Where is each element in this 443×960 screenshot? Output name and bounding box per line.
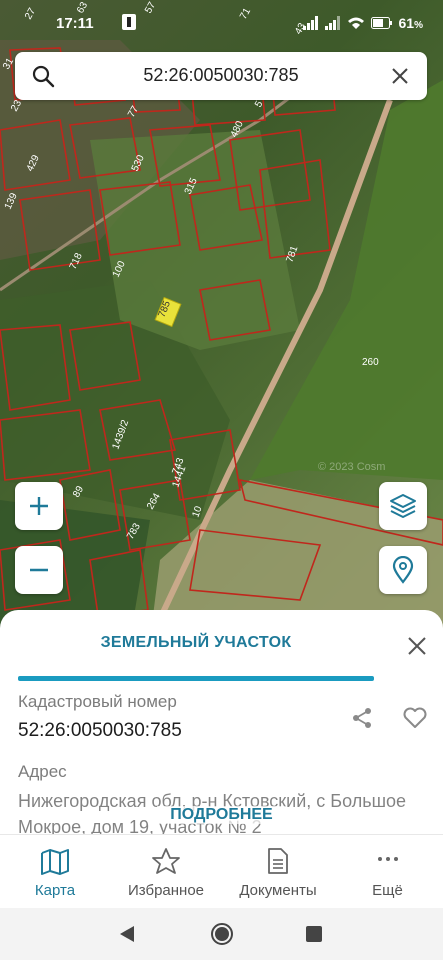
battery-percent: 61% [398, 15, 423, 31]
my-location-button[interactable] [379, 546, 427, 594]
parcel-label: 260 [362, 357, 379, 368]
nav-map-label: Карта [34, 882, 76, 899]
document-icon [268, 848, 288, 874]
wifi-icon [347, 17, 364, 29]
more-details-link[interactable]: ПОДРОБНЕЕ [156, 806, 287, 824]
star-icon [152, 848, 180, 874]
map-icon [41, 849, 69, 875]
address-label: Адрес [18, 762, 67, 781]
zoom-out-button[interactable] [15, 546, 63, 594]
parcel-label: 718 [68, 251, 85, 271]
nav-more-label: Ещё [372, 882, 403, 899]
layers-icon [390, 494, 416, 518]
minus-icon [30, 568, 48, 572]
location-pin-icon [392, 556, 414, 584]
status-bar: 17:11 61% [0, 0, 443, 46]
search-input[interactable]: 52:26:0050030:785 [15, 65, 427, 86]
battery-icon [370, 17, 392, 29]
plus-icon [30, 497, 48, 515]
close-icon[interactable] [407, 636, 427, 656]
zoom-in-button[interactable] [15, 482, 63, 530]
layers-button[interactable] [379, 482, 427, 530]
signal-icon [302, 16, 318, 30]
search-bar[interactable]: 52:26:0050030:785 [15, 52, 427, 100]
status-indicators: 61% [302, 15, 423, 31]
nav-map[interactable]: Карта [10, 835, 100, 909]
more-icon [377, 857, 398, 861]
nav-more[interactable]: Ещё [345, 835, 430, 909]
close-icon[interactable] [389, 65, 411, 87]
nav-favorites-label: Избранное [127, 882, 205, 899]
cadastral-label: Кадастровый номер [18, 692, 177, 711]
app-notification-icon [122, 14, 136, 30]
back-icon[interactable] [118, 924, 136, 944]
sheet-title: ЗЕМЕЛЬНЫЙ УЧАСТОК [100, 634, 292, 651]
parcel-label: 781 [284, 244, 300, 264]
recents-icon[interactable] [305, 925, 323, 943]
tab-indicator [18, 676, 374, 681]
system-navigation-bar [0, 908, 443, 960]
share-icon[interactable] [350, 706, 374, 730]
bottom-navigation: Карта Избранное Документы Ещё [0, 834, 443, 909]
nav-favorites[interactable]: Избранное [115, 835, 217, 909]
nav-documents[interactable]: Документы [228, 835, 328, 909]
home-icon[interactable] [210, 922, 234, 946]
heart-icon[interactable] [402, 706, 428, 730]
cadastral-number[interactable]: 52:26:0050030:785 [18, 720, 182, 742]
signal-icon-2 [324, 16, 340, 30]
nav-documents-label: Документы [239, 882, 317, 899]
map-watermark: © 2023 Cosm [318, 461, 385, 473]
status-time: 17:11 [56, 15, 94, 32]
